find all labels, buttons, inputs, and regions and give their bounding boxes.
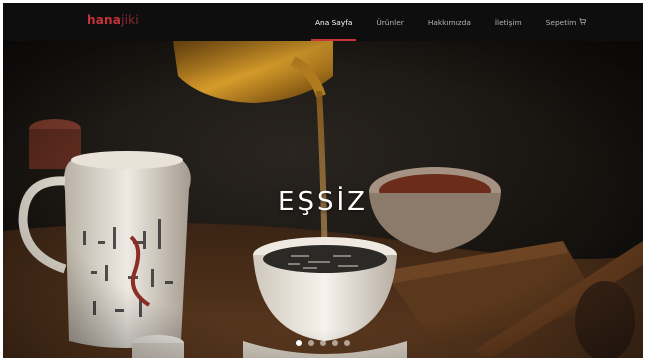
- slider-dot-3[interactable]: [320, 340, 326, 346]
- nav-item-sepetim[interactable]: Sepetim: [534, 3, 599, 41]
- hero-slider: EŞSİZ: [3, 41, 643, 358]
- hero-title: EŞSİZ: [278, 187, 368, 217]
- brand-part-2: jiki: [121, 13, 139, 27]
- shopping-cart-icon: [579, 17, 587, 25]
- nav-item-label: Hakkımızda: [427, 17, 471, 27]
- brand-logo[interactable]: hanajiki: [87, 13, 139, 27]
- nav-item-label: Sepetim: [545, 17, 577, 27]
- page: hanajiki Ana Sayfa Ürünler Hakkımızda İl…: [0, 0, 646, 361]
- nav-item-iletisim[interactable]: İletişim: [483, 3, 534, 41]
- nav-item-label: İletişim: [494, 17, 522, 27]
- main-nav: Ana Sayfa Ürünler Hakkımızda İletişim Se…: [303, 3, 598, 41]
- browser-frame: hanajiki Ana Sayfa Ürünler Hakkımızda İl…: [3, 3, 643, 358]
- nav-item-label: Ürünler: [376, 17, 404, 27]
- nav-item-label: Ana Sayfa: [315, 17, 353, 27]
- slider-indicators: [3, 340, 643, 346]
- brand-part-1: hana: [87, 13, 122, 27]
- slider-dot-2[interactable]: [308, 340, 314, 346]
- slider-dot-1[interactable]: [296, 340, 302, 346]
- nav-item-urunler[interactable]: Ürünler: [364, 3, 415, 41]
- navbar: hanajiki Ana Sayfa Ürünler Hakkımızda İl…: [3, 3, 643, 41]
- nav-item-hakkimizda[interactable]: Hakkımızda: [416, 3, 483, 41]
- slider-dot-4[interactable]: [332, 340, 338, 346]
- nav-item-ana-sayfa[interactable]: Ana Sayfa: [303, 3, 364, 41]
- slider-dot-5[interactable]: [344, 340, 350, 346]
